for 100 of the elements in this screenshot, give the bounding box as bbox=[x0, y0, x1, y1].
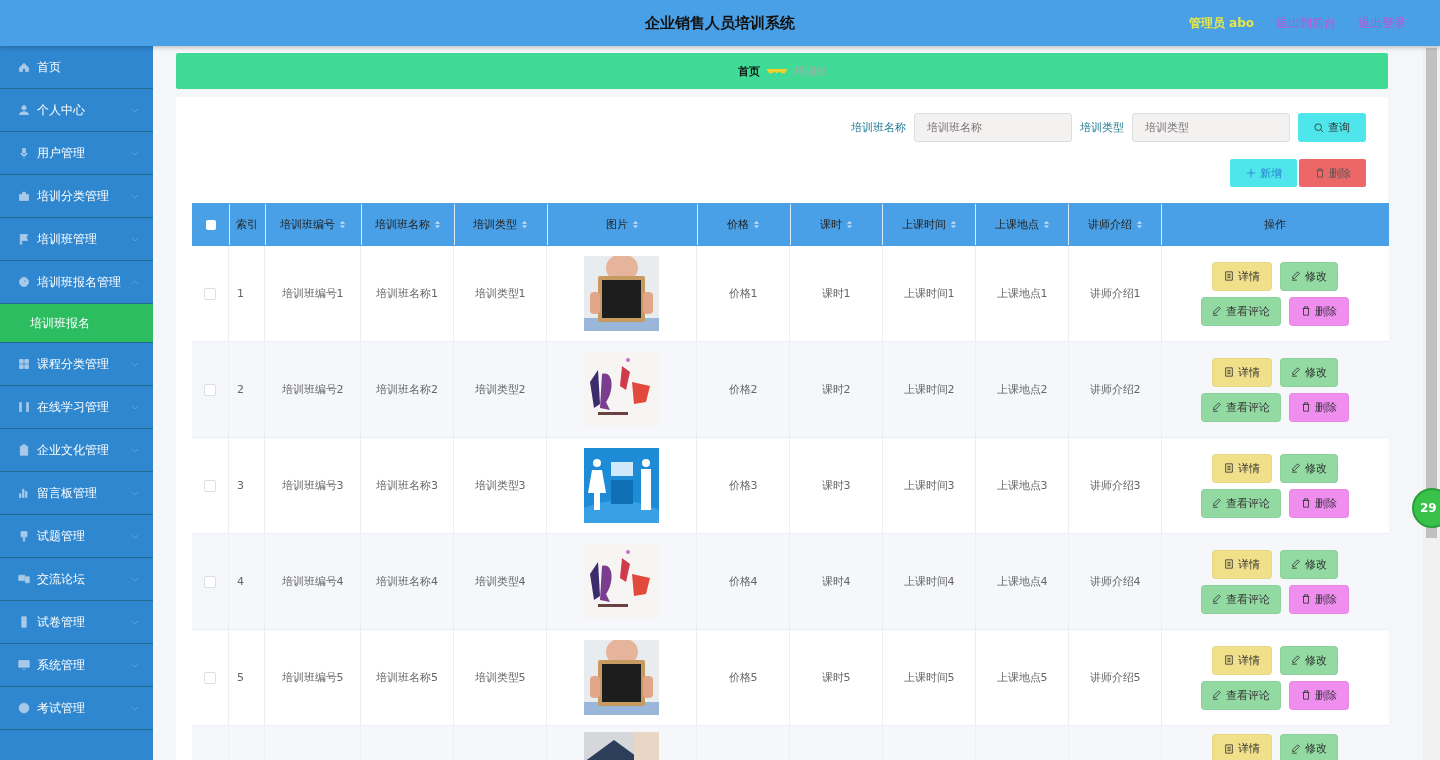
column-header[interactable]: 课时 bbox=[790, 204, 884, 245]
table-cell: 上课时间4 bbox=[903, 574, 955, 589]
sort-icon bbox=[1135, 220, 1143, 229]
sort-icon bbox=[1042, 220, 1050, 229]
sort-icon bbox=[631, 220, 639, 229]
pencil-icon bbox=[1291, 367, 1301, 377]
column-header[interactable]: 图片 bbox=[547, 204, 698, 245]
table-cell: 上课地点1 bbox=[996, 286, 1048, 301]
pencil-icon bbox=[1212, 498, 1222, 508]
detail-button[interactable]: 详情 bbox=[1212, 261, 1272, 291]
comments-button[interactable]: 查看评论 bbox=[1201, 296, 1281, 326]
pencil-icon bbox=[1291, 559, 1301, 569]
column-header[interactable]: 培训班编号 bbox=[265, 204, 362, 245]
table-cell: 培训类型1 bbox=[474, 286, 526, 301]
select-all-checkbox[interactable] bbox=[206, 219, 216, 230]
search-button[interactable]: 查询 bbox=[1298, 113, 1366, 142]
row-checkbox[interactable] bbox=[204, 383, 216, 396]
table-cell: 课时3 bbox=[821, 478, 851, 493]
trash-icon bbox=[1314, 168, 1325, 178]
delete-button[interactable]: 删除 bbox=[1289, 488, 1349, 518]
chat-icon bbox=[18, 573, 30, 585]
comments-button[interactable]: 查看评论 bbox=[1201, 488, 1281, 518]
comments-button[interactable]: 查看评论 bbox=[1201, 392, 1281, 422]
column-header[interactable]: 培训类型 bbox=[454, 204, 548, 245]
field-label: 培训班名称 bbox=[851, 120, 906, 135]
breadcrumb-link[interactable]: 首页 bbox=[737, 63, 760, 79]
table-cell: 培训类型2 bbox=[474, 382, 526, 397]
row-checkbox[interactable] bbox=[204, 479, 216, 492]
plus-icon bbox=[1245, 168, 1256, 178]
table-cell: 培训类型5 bbox=[474, 670, 526, 685]
table-cell: 价格1 bbox=[728, 286, 758, 301]
table-cell: 课时4 bbox=[821, 574, 851, 589]
trash-icon bbox=[1301, 306, 1311, 316]
detail-button[interactable]: 详情 bbox=[1212, 549, 1272, 579]
table-cell: 上课时间5 bbox=[903, 670, 955, 685]
table-cell: 培训班编号5 bbox=[281, 670, 344, 685]
table-cell: 培训班名称3 bbox=[376, 478, 438, 493]
table-cell: 培训类型4 bbox=[474, 574, 526, 589]
row-checkbox[interactable] bbox=[204, 287, 216, 300]
detail-button[interactable]: 详情 bbox=[1212, 453, 1272, 483]
document-icon bbox=[1224, 271, 1234, 281]
detail-button[interactable]: 详情 bbox=[1212, 734, 1272, 760]
delete-button[interactable]: 删除 bbox=[1289, 296, 1349, 326]
table-cell: 价格4 bbox=[728, 574, 758, 589]
table-cell: 讲师介绍3 bbox=[1089, 478, 1141, 493]
pin-icon bbox=[18, 530, 30, 542]
trash-icon bbox=[1301, 594, 1311, 604]
column-header[interactable]: 索引 bbox=[229, 204, 266, 245]
table-cell: 培训班名称5 bbox=[376, 670, 438, 685]
pencil-icon bbox=[1212, 690, 1222, 700]
column-header[interactable]: 操作 bbox=[1162, 204, 1388, 245]
table-cell: 价格3 bbox=[728, 478, 758, 493]
table-cell: 培训班名称2 bbox=[376, 382, 438, 397]
table-cell: 价格2 bbox=[728, 382, 758, 397]
table-cell: 课时5 bbox=[821, 670, 851, 685]
search-field[interactable]: 培训类型 bbox=[1132, 113, 1290, 142]
delete-button[interactable]: 删除 bbox=[1289, 680, 1349, 710]
edit-button[interactable]: 修改 bbox=[1280, 453, 1338, 483]
search-field[interactable]: 培训班名称 bbox=[914, 113, 1072, 142]
separator-icon bbox=[765, 67, 788, 75]
table-cell: 上课时间2 bbox=[903, 382, 955, 397]
sort-icon bbox=[433, 220, 441, 229]
microphone-icon bbox=[18, 147, 30, 159]
table-cell: 培训班编号1 bbox=[281, 286, 344, 301]
edit-button[interactable]: 修改 bbox=[1280, 357, 1338, 387]
column-header[interactable]: 上课时间 bbox=[883, 204, 977, 245]
edit-button[interactable]: 修改 bbox=[1280, 734, 1338, 760]
pencil-icon bbox=[1291, 271, 1301, 281]
delete-button[interactable]: 删除 bbox=[1289, 392, 1349, 422]
app-title: 企业销售人员培训系统 bbox=[645, 13, 795, 33]
user-icon bbox=[18, 104, 30, 116]
pencil-icon bbox=[1212, 594, 1222, 604]
sort-icon bbox=[845, 220, 853, 229]
table-cell: 4 bbox=[237, 575, 244, 588]
row-checkbox[interactable] bbox=[204, 575, 216, 588]
delete-button[interactable]: 删除 bbox=[1289, 584, 1349, 614]
detail-button[interactable]: 详情 bbox=[1212, 357, 1272, 387]
pencil-icon bbox=[1212, 306, 1222, 316]
column-header[interactable]: 上课地点 bbox=[976, 204, 1070, 245]
table-cell: 上课地点2 bbox=[996, 382, 1048, 397]
trash-icon bbox=[1301, 402, 1311, 412]
pencil-icon bbox=[1291, 655, 1301, 665]
edit-button[interactable]: 修改 bbox=[1280, 261, 1338, 291]
comments-button[interactable]: 查看评论 bbox=[1201, 680, 1281, 710]
comments-button[interactable]: 查看评论 bbox=[1201, 584, 1281, 614]
edit-button[interactable]: 修改 bbox=[1280, 645, 1338, 675]
column-header[interactable]: 价格 bbox=[697, 204, 791, 245]
bar-chart-icon bbox=[18, 487, 30, 499]
clock-icon bbox=[18, 276, 30, 288]
detail-button[interactable]: 详情 bbox=[1212, 645, 1272, 675]
column-header[interactable]: 培训班名称 bbox=[361, 204, 455, 245]
row-checkbox[interactable] bbox=[204, 671, 216, 684]
table-cell: 1 bbox=[237, 287, 244, 300]
column-header[interactable]: 讲师介绍 bbox=[1069, 204, 1163, 245]
trash-icon bbox=[1301, 498, 1311, 508]
add-button[interactable]: 新增 bbox=[1230, 159, 1297, 187]
edit-button[interactable]: 修改 bbox=[1280, 549, 1338, 579]
table-cell: 培训班名称1 bbox=[376, 286, 438, 301]
trash-icon bbox=[1301, 690, 1311, 700]
document-icon bbox=[1224, 463, 1234, 473]
